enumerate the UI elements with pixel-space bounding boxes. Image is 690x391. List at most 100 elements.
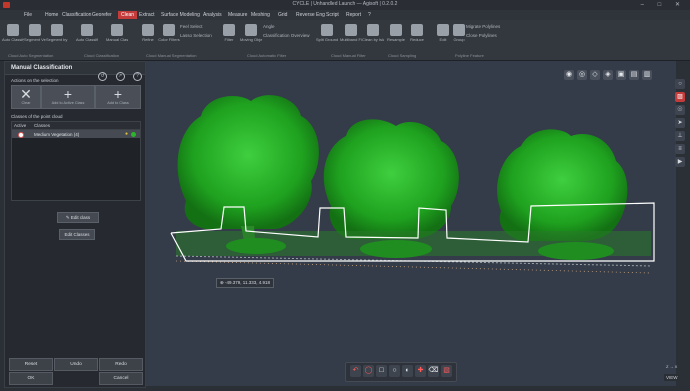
view-tool-7-icon[interactable]: ▥: [642, 70, 652, 80]
menu-item-measure[interactable]: Measure: [228, 12, 247, 18]
menu-item-file[interactable]: File: [24, 12, 32, 18]
tool-close-polylines[interactable]: Close Polylines: [466, 33, 497, 38]
menu-item-grid[interactable]: Grid: [278, 12, 287, 18]
edit-class-button[interactable]: ✎ Edit class: [57, 212, 99, 223]
clear-button[interactable]: ✕ Clear: [11, 85, 41, 109]
side-tool-5-icon[interactable]: ⊥: [675, 131, 685, 141]
ribbon-group-label: Cloud Sampling: [388, 53, 417, 58]
export-icon[interactable]: ↗: [115, 72, 125, 81]
view-tool-6-icon[interactable]: ▤: [629, 70, 639, 80]
tool-moving-objects[interactable]: Moving Objects: [240, 24, 262, 42]
tool-icon: [163, 24, 175, 36]
maximize-icon[interactable]: □: [658, 2, 668, 8]
tool-auto-classification[interactable]: Auto Classification: [76, 24, 98, 42]
3d-viewport[interactable]: ◉ ◎ ◇ ◈ ▣ ▤ ▥: [146, 61, 676, 386]
ribbon-group-label: Cloud Manual Segmentation: [146, 53, 197, 58]
tool-classification-overview[interactable]: Classification Overview: [263, 33, 310, 38]
menu-item-report[interactable]: Report: [346, 12, 361, 18]
reset-icon[interactable]: ↺: [98, 72, 108, 81]
plus-dropdown-icon: +: [113, 86, 123, 102]
view-label[interactable]: VIEW: [664, 374, 680, 381]
classes-table: Active Classes Medium Vegetation (4) ●: [11, 121, 141, 201]
title-bar: CYCLE | Unhandled Launch — Agisoft | 0.2…: [0, 0, 690, 10]
cancel-button[interactable]: Cancel: [99, 372, 143, 385]
reset-button[interactable]: Reset: [9, 358, 53, 371]
tool-filter[interactable]: Filter: [218, 24, 240, 42]
ribbon-group-label: Polyline Feature: [455, 53, 484, 58]
menu-item-clean[interactable]: Clean: [118, 11, 138, 19]
redo-button[interactable]: Redo: [99, 358, 143, 371]
axis-gizmo-icon: Z → X: [666, 364, 678, 369]
undo-button[interactable]: Undo: [54, 358, 98, 371]
eraser-icon[interactable]: ⌫: [428, 365, 439, 377]
help-icon[interactable]: ?: [133, 72, 142, 81]
view-tool-3-icon[interactable]: ◇: [590, 70, 600, 80]
active-radio[interactable]: [18, 131, 24, 138]
clear-icon: ✕: [20, 86, 32, 102]
ribbon-group-label: Cloud Automatic Filter: [247, 53, 287, 58]
rectangle-select-icon[interactable]: □: [376, 365, 387, 377]
point-cloud-canvas[interactable]: [146, 61, 676, 386]
view-tool-4-icon[interactable]: ◈: [603, 70, 613, 80]
tool-segment-vehicles[interactable]: Segment Vehicles: [24, 24, 46, 42]
side-tool-7-icon[interactable]: ▶: [675, 157, 685, 167]
tool-manual-classification[interactable]: Manual Classification: [106, 24, 128, 42]
side-tool-1-icon[interactable]: ○: [675, 79, 685, 89]
tool-angle[interactable]: Angle: [263, 24, 275, 29]
close-icon[interactable]: ✕: [675, 2, 686, 8]
side-tool-4-icon[interactable]: ➤: [675, 118, 685, 128]
half-circle-icon[interactable]: ◐: [402, 365, 413, 377]
menu-item-reverse-eng[interactable]: Reverse Eng: [296, 12, 325, 18]
menu-item-home[interactable]: Home: [45, 12, 58, 18]
menu-item-analysis[interactable]: Analysis: [203, 12, 222, 18]
tool-segment-by-distance[interactable]: Segment by Distance: [46, 24, 68, 42]
class-name: Medium Vegetation (4): [34, 132, 80, 137]
edit-classes-button[interactable]: Edit Classes: [59, 229, 95, 240]
side-tool-6-icon[interactable]: ≡: [675, 144, 685, 154]
tool-icon: [223, 24, 235, 36]
undo-selection-icon[interactable]: ↶: [350, 365, 361, 377]
add-to-active-class-button[interactable]: + Add to Active Class: [41, 85, 95, 109]
tool-color-filters[interactable]: Color Filters: [158, 24, 180, 42]
window-title: CYCLE | Unhandled Launch — Agisoft | 0.2…: [292, 1, 398, 7]
view-tool-5-icon[interactable]: ▣: [616, 70, 626, 80]
menu-item-classification[interactable]: Classification: [62, 12, 91, 18]
table-row[interactable]: Medium Vegetation (4) ●: [12, 130, 140, 138]
tool-auto-classify[interactable]: Auto Classify: [2, 24, 24, 42]
menu-item-georefer[interactable]: Georefer: [92, 12, 112, 18]
class-color-swatch[interactable]: [131, 131, 136, 137]
tool-migrate-polylines[interactable]: Migrate Polylines: [466, 24, 500, 29]
tool-lasso-selection[interactable]: Lasso Selection: [180, 33, 212, 38]
tool-feel-select[interactable]: Feel Select: [180, 24, 203, 29]
tool-split-ground-filter[interactable]: Split Ground Filter: [316, 24, 338, 42]
manual-classification-panel: Manual Classification ↺ ↗ ? Actions on t…: [4, 61, 146, 388]
minimize-icon[interactable]: –: [641, 2, 650, 8]
side-tool-2-icon[interactable]: ▨: [675, 92, 685, 102]
menu-item-surface-modeling[interactable]: Surface Modeling: [161, 12, 200, 18]
tool-icon: [345, 24, 357, 36]
window-controls[interactable]: – □ ✕: [641, 1, 686, 8]
add-to-class-button[interactable]: + Add to Class: [95, 85, 141, 109]
tool-icon: [453, 24, 465, 36]
split-view-icon[interactable]: ▧: [441, 365, 452, 377]
menu-item-extract[interactable]: Extract: [139, 12, 155, 18]
ok-button[interactable]: OK: [9, 372, 53, 385]
tool-refine[interactable]: Refine: [137, 24, 159, 42]
tree-left: [177, 95, 319, 251]
view-tool-2-icon[interactable]: ◎: [577, 70, 587, 80]
side-tool-3-icon[interactable]: ☉: [675, 105, 685, 115]
visibility-icon[interactable]: ●: [125, 131, 128, 137]
menu-item-script[interactable]: Script: [326, 12, 339, 18]
menu-item-meshing[interactable]: Meshing: [251, 12, 270, 18]
menu-item--[interactable]: ?: [368, 12, 371, 18]
tool-resample[interactable]: Resample: [385, 24, 407, 42]
circle-select-icon[interactable]: ◯: [363, 365, 374, 377]
tool-icon: [245, 24, 257, 36]
tree-center: [323, 119, 459, 239]
polygon-select-icon[interactable]: ○: [389, 365, 400, 377]
tool-multiband-filter[interactable]: Multiband Filter: [340, 24, 362, 42]
add-point-icon[interactable]: ✚: [415, 365, 426, 377]
view-tool-1-icon[interactable]: ◉: [564, 70, 574, 80]
tool-clean-by-island[interactable]: Clean by Island: [362, 24, 384, 42]
tool-reduce[interactable]: Reduce: [406, 24, 428, 42]
